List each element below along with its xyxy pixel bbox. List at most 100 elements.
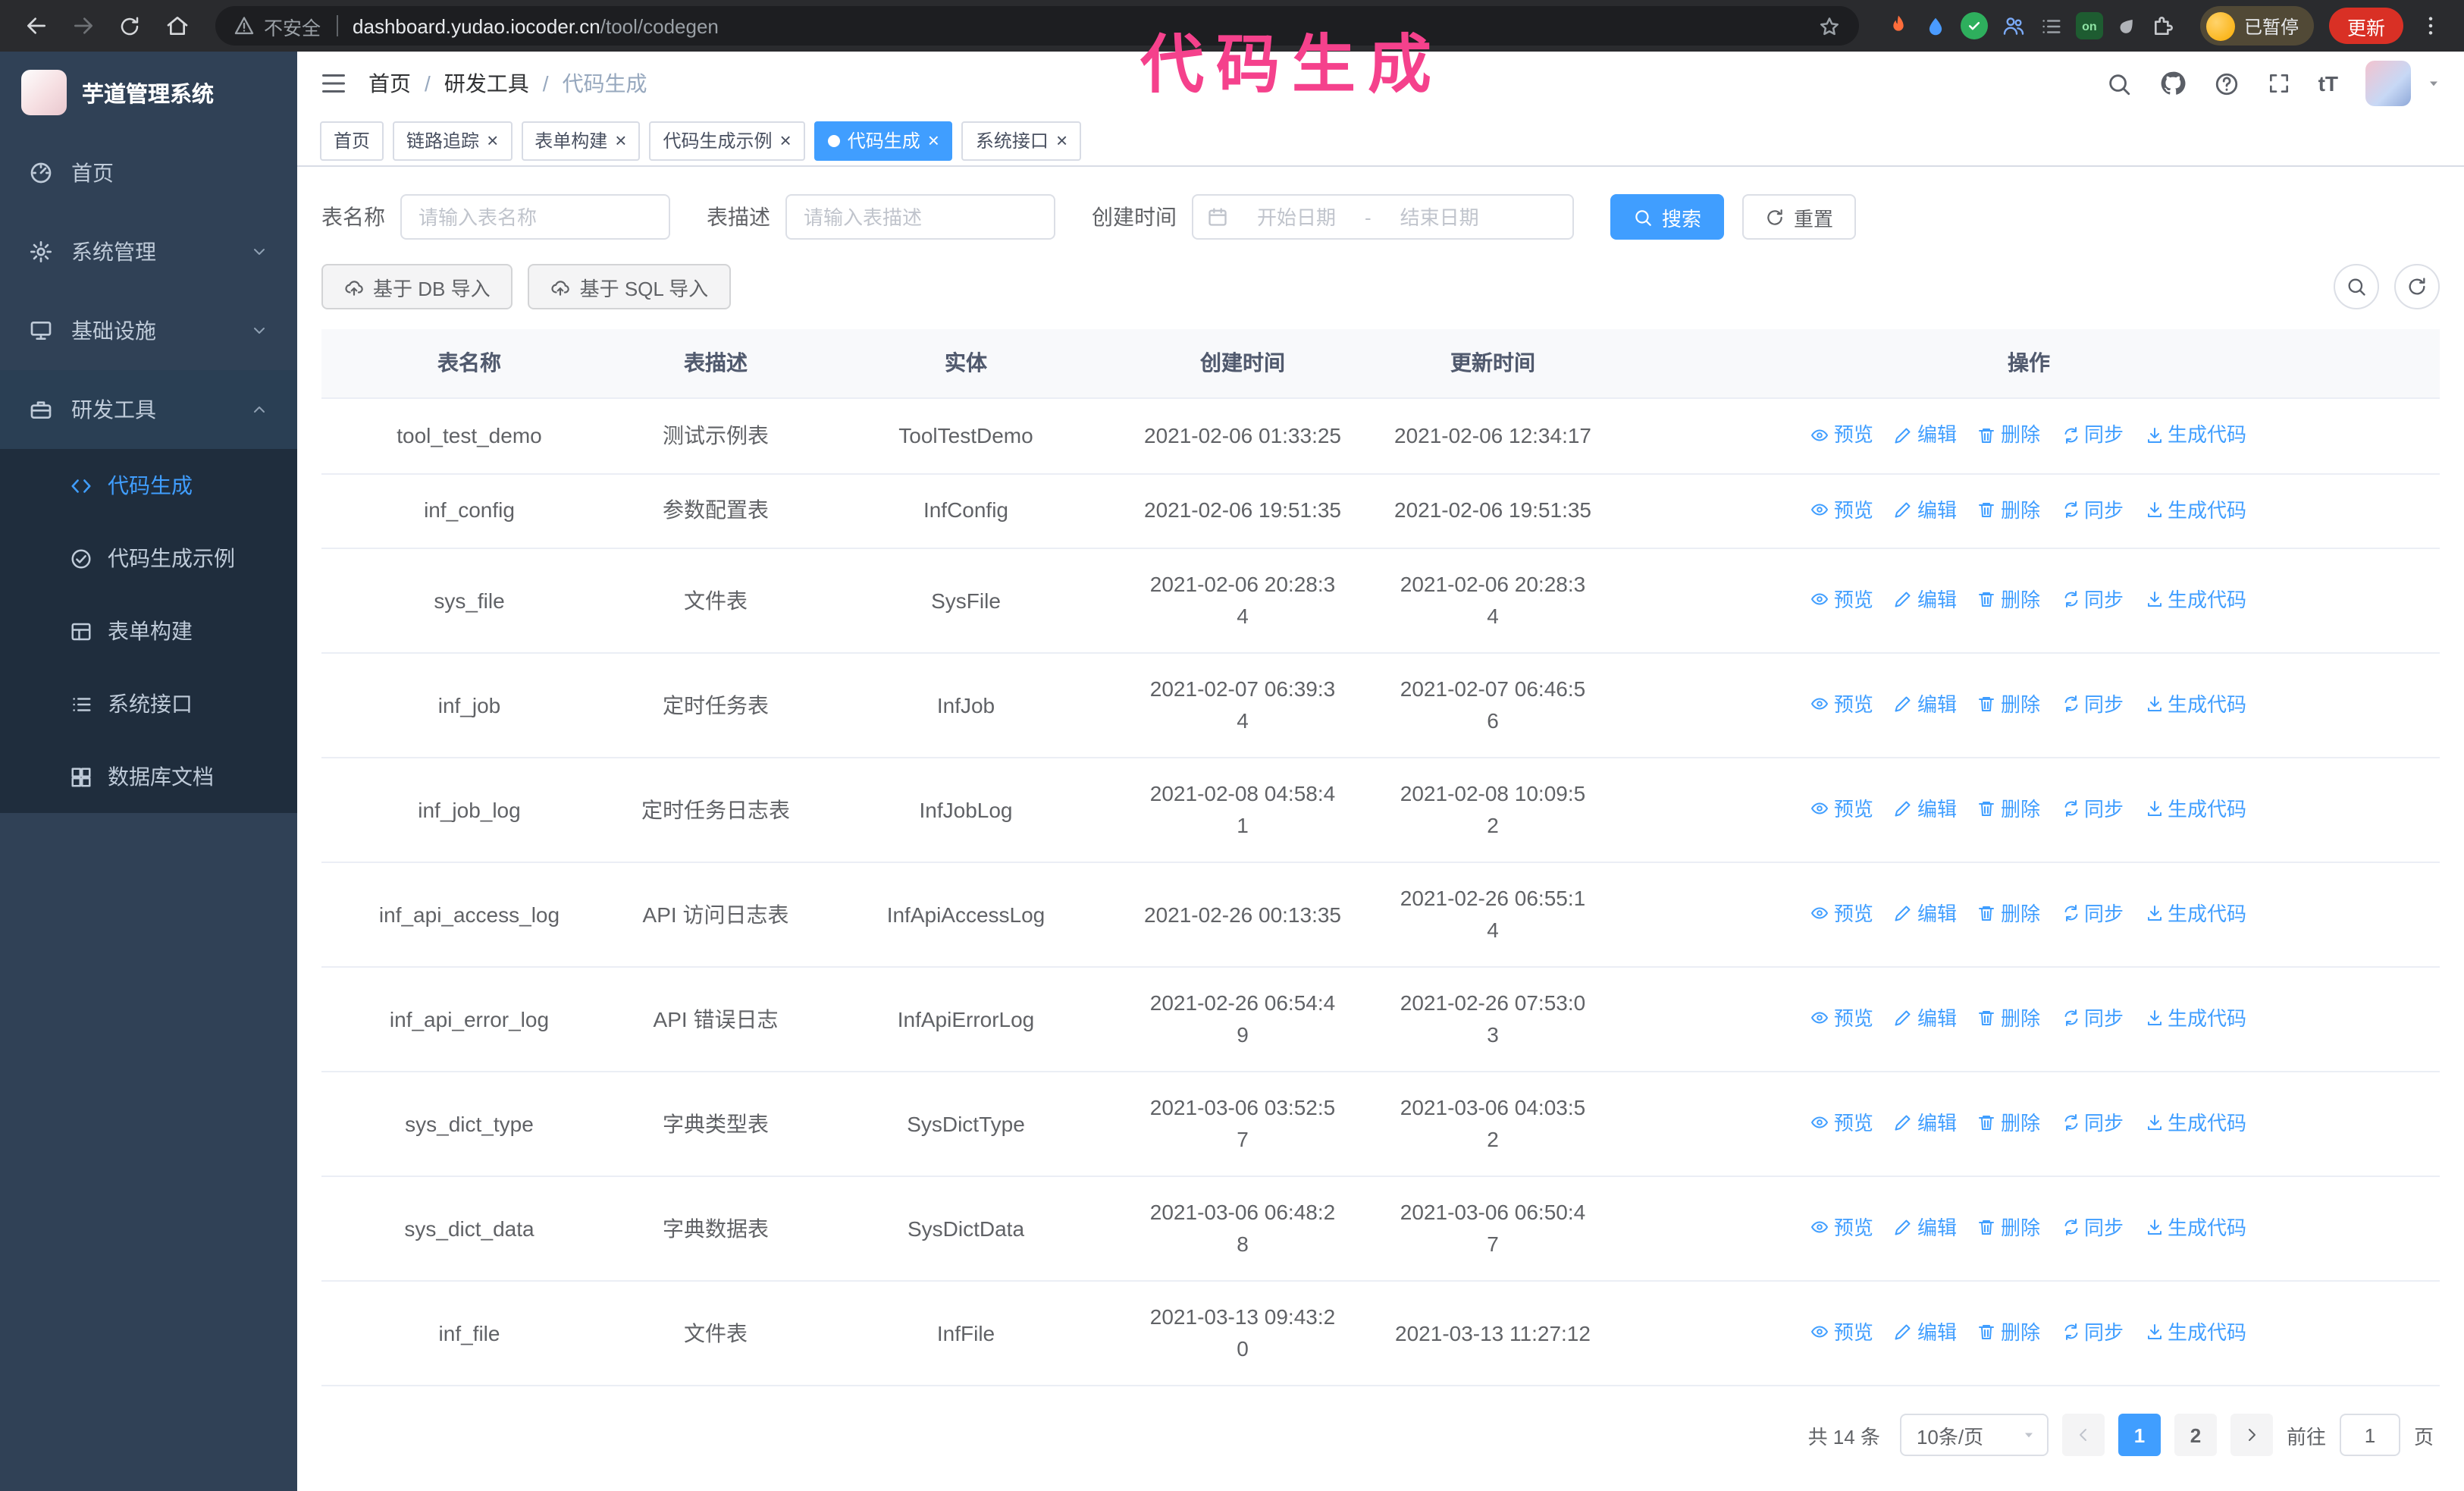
star-icon[interactable] (1818, 14, 1841, 37)
action-sync[interactable]: 同步 (2061, 1317, 2124, 1348)
extension-icon-feather[interactable] (2112, 11, 2142, 40)
browser-profile-badge[interactable]: 已暂停 (2199, 6, 2314, 46)
action-sync[interactable]: 同步 (2061, 689, 2124, 720)
action-edit[interactable]: 编辑 (1895, 584, 1957, 616)
action-delete[interactable]: 删除 (1978, 419, 2040, 450)
action-delete[interactable]: 删除 (1978, 584, 2040, 616)
action-preview[interactable]: 预览 (1811, 584, 1873, 616)
page-size-select[interactable]: 10条/页 (1899, 1414, 2049, 1456)
action-edit[interactable]: 编辑 (1895, 793, 1957, 825)
tab-close-icon[interactable]: × (1056, 130, 1067, 150)
action-edit[interactable]: 编辑 (1895, 1107, 1957, 1139)
next-page-button[interactable] (2230, 1414, 2273, 1456)
action-edit[interactable]: 编辑 (1895, 419, 1957, 450)
puzzle-icon[interactable] (2152, 14, 2176, 38)
extension-icon-drop[interactable] (1924, 14, 1947, 37)
action-generate-code[interactable]: 生成代码 (2145, 1107, 2246, 1139)
sidebar-item-infra[interactable]: 基础设施 (0, 291, 297, 370)
caret-down-icon[interactable] (2426, 76, 2441, 91)
action-sync[interactable]: 同步 (2061, 494, 2124, 526)
page-button-1[interactable]: 1 (2118, 1414, 2161, 1456)
sidebar-item-home[interactable]: 首页 (0, 133, 297, 212)
action-sync[interactable]: 同步 (2061, 419, 2124, 450)
action-edit[interactable]: 编辑 (1895, 1212, 1957, 1244)
prev-page-button[interactable] (2061, 1414, 2105, 1456)
action-preview[interactable]: 预览 (1811, 689, 1873, 720)
sidebar-item-db-doc[interactable]: 数据库文档 (0, 740, 297, 813)
sidebar-item-codegen[interactable]: 代码生成 (0, 449, 297, 522)
action-edit[interactable]: 编辑 (1895, 898, 1957, 930)
action-delete[interactable]: 删除 (1978, 898, 2040, 930)
browser-home-button[interactable] (156, 5, 197, 46)
github-icon[interactable] (2159, 70, 2187, 97)
goto-page-input[interactable] (2339, 1414, 2400, 1456)
action-delete[interactable]: 删除 (1978, 1003, 2040, 1034)
action-preview[interactable]: 预览 (1811, 793, 1873, 825)
action-sync[interactable]: 同步 (2061, 1107, 2124, 1139)
action-delete[interactable]: 删除 (1978, 689, 2040, 720)
breadcrumb-home[interactable]: 首页 (368, 68, 411, 99)
sidebar-item-codegen-example[interactable]: 代码生成示例 (0, 522, 297, 595)
extension-icon-on-badge[interactable]: on (2075, 12, 2103, 39)
address-bar[interactable]: 不安全 dashboard.yudao.iocoder.cn /tool/cod… (215, 6, 1859, 46)
toggle-search-button[interactable] (2334, 264, 2379, 309)
logo[interactable]: 芋道管理系统 (0, 52, 297, 133)
action-preview[interactable]: 预览 (1811, 1003, 1873, 1034)
tab-2[interactable]: 表单构建 × (521, 121, 641, 160)
action-delete[interactable]: 删除 (1978, 1212, 2040, 1244)
sidebar-item-form-builder[interactable]: 表单构建 (0, 595, 297, 667)
tab-3[interactable]: 代码生成示例 × (649, 121, 805, 160)
table-name-input[interactable] (400, 194, 670, 240)
user-avatar[interactable] (2365, 61, 2411, 106)
action-sync[interactable]: 同步 (2061, 584, 2124, 616)
tab-close-icon[interactable]: × (780, 130, 792, 150)
browser-reload-button[interactable] (109, 5, 150, 46)
action-generate-code[interactable]: 生成代码 (2145, 689, 2246, 720)
action-sync[interactable]: 同步 (2061, 1003, 2124, 1034)
action-edit[interactable]: 编辑 (1895, 689, 1957, 720)
action-generate-code[interactable]: 生成代码 (2145, 793, 2246, 825)
sidebar-item-devtools[interactable]: 研发工具 (0, 370, 297, 449)
page-button-2[interactable]: 2 (2174, 1414, 2217, 1456)
extension-icon-people[interactable] (2002, 14, 2026, 38)
tab-4-active[interactable]: 代码生成 × (813, 121, 953, 160)
url-host[interactable]: dashboard.yudao.iocoder.cn (353, 14, 600, 37)
browser-forward-button[interactable] (62, 5, 103, 46)
url-path[interactable]: /tool/codegen (600, 14, 719, 37)
action-generate-code[interactable]: 生成代码 (2145, 419, 2246, 450)
action-generate-code[interactable]: 生成代码 (2145, 494, 2246, 526)
action-edit[interactable]: 编辑 (1895, 494, 1957, 526)
action-preview[interactable]: 预览 (1811, 419, 1873, 450)
action-sync[interactable]: 同步 (2061, 898, 2124, 930)
action-preview[interactable]: 预览 (1811, 898, 1873, 930)
sidebar-item-system[interactable]: 系统管理 (0, 212, 297, 291)
tab-1[interactable]: 链路追踪 × (393, 121, 513, 160)
sidebar-item-system-api[interactable]: 系统接口 (0, 667, 297, 740)
import-sql-button[interactable]: 基于 SQL 导入 (528, 264, 732, 309)
action-generate-code[interactable]: 生成代码 (2145, 1003, 2246, 1034)
reset-button[interactable]: 重置 (1742, 194, 1857, 240)
action-sync[interactable]: 同步 (2061, 793, 2124, 825)
action-generate-code[interactable]: 生成代码 (2145, 1212, 2246, 1244)
refresh-table-button[interactable] (2394, 264, 2440, 309)
browser-menu-button[interactable] (2412, 8, 2449, 44)
search-button[interactable]: 搜索 (1610, 194, 1725, 240)
action-delete[interactable]: 删除 (1978, 793, 2040, 825)
security-label[interactable]: 不安全 (264, 11, 321, 40)
date-end-input[interactable] (1380, 206, 1499, 228)
hamburger-icon[interactable] (320, 70, 347, 97)
action-edit[interactable]: 编辑 (1895, 1317, 1957, 1348)
action-delete[interactable]: 删除 (1978, 494, 2040, 526)
font-size-icon[interactable]: tT (2318, 71, 2338, 96)
extension-icon-flame[interactable] (1886, 14, 1911, 38)
date-range-picker[interactable]: - (1192, 194, 1574, 240)
action-preview[interactable]: 预览 (1811, 494, 1873, 526)
fullscreen-icon[interactable] (2267, 71, 2291, 96)
browser-update-button[interactable]: 更新 (2328, 8, 2403, 44)
action-preview[interactable]: 预览 (1811, 1107, 1873, 1139)
date-start-input[interactable] (1237, 206, 1356, 228)
action-edit[interactable]: 编辑 (1895, 1003, 1957, 1034)
breadcrumb-devtools[interactable]: 研发工具 (444, 68, 529, 99)
browser-back-button[interactable] (15, 5, 56, 46)
import-db-button[interactable]: 基于 DB 导入 (321, 264, 513, 309)
